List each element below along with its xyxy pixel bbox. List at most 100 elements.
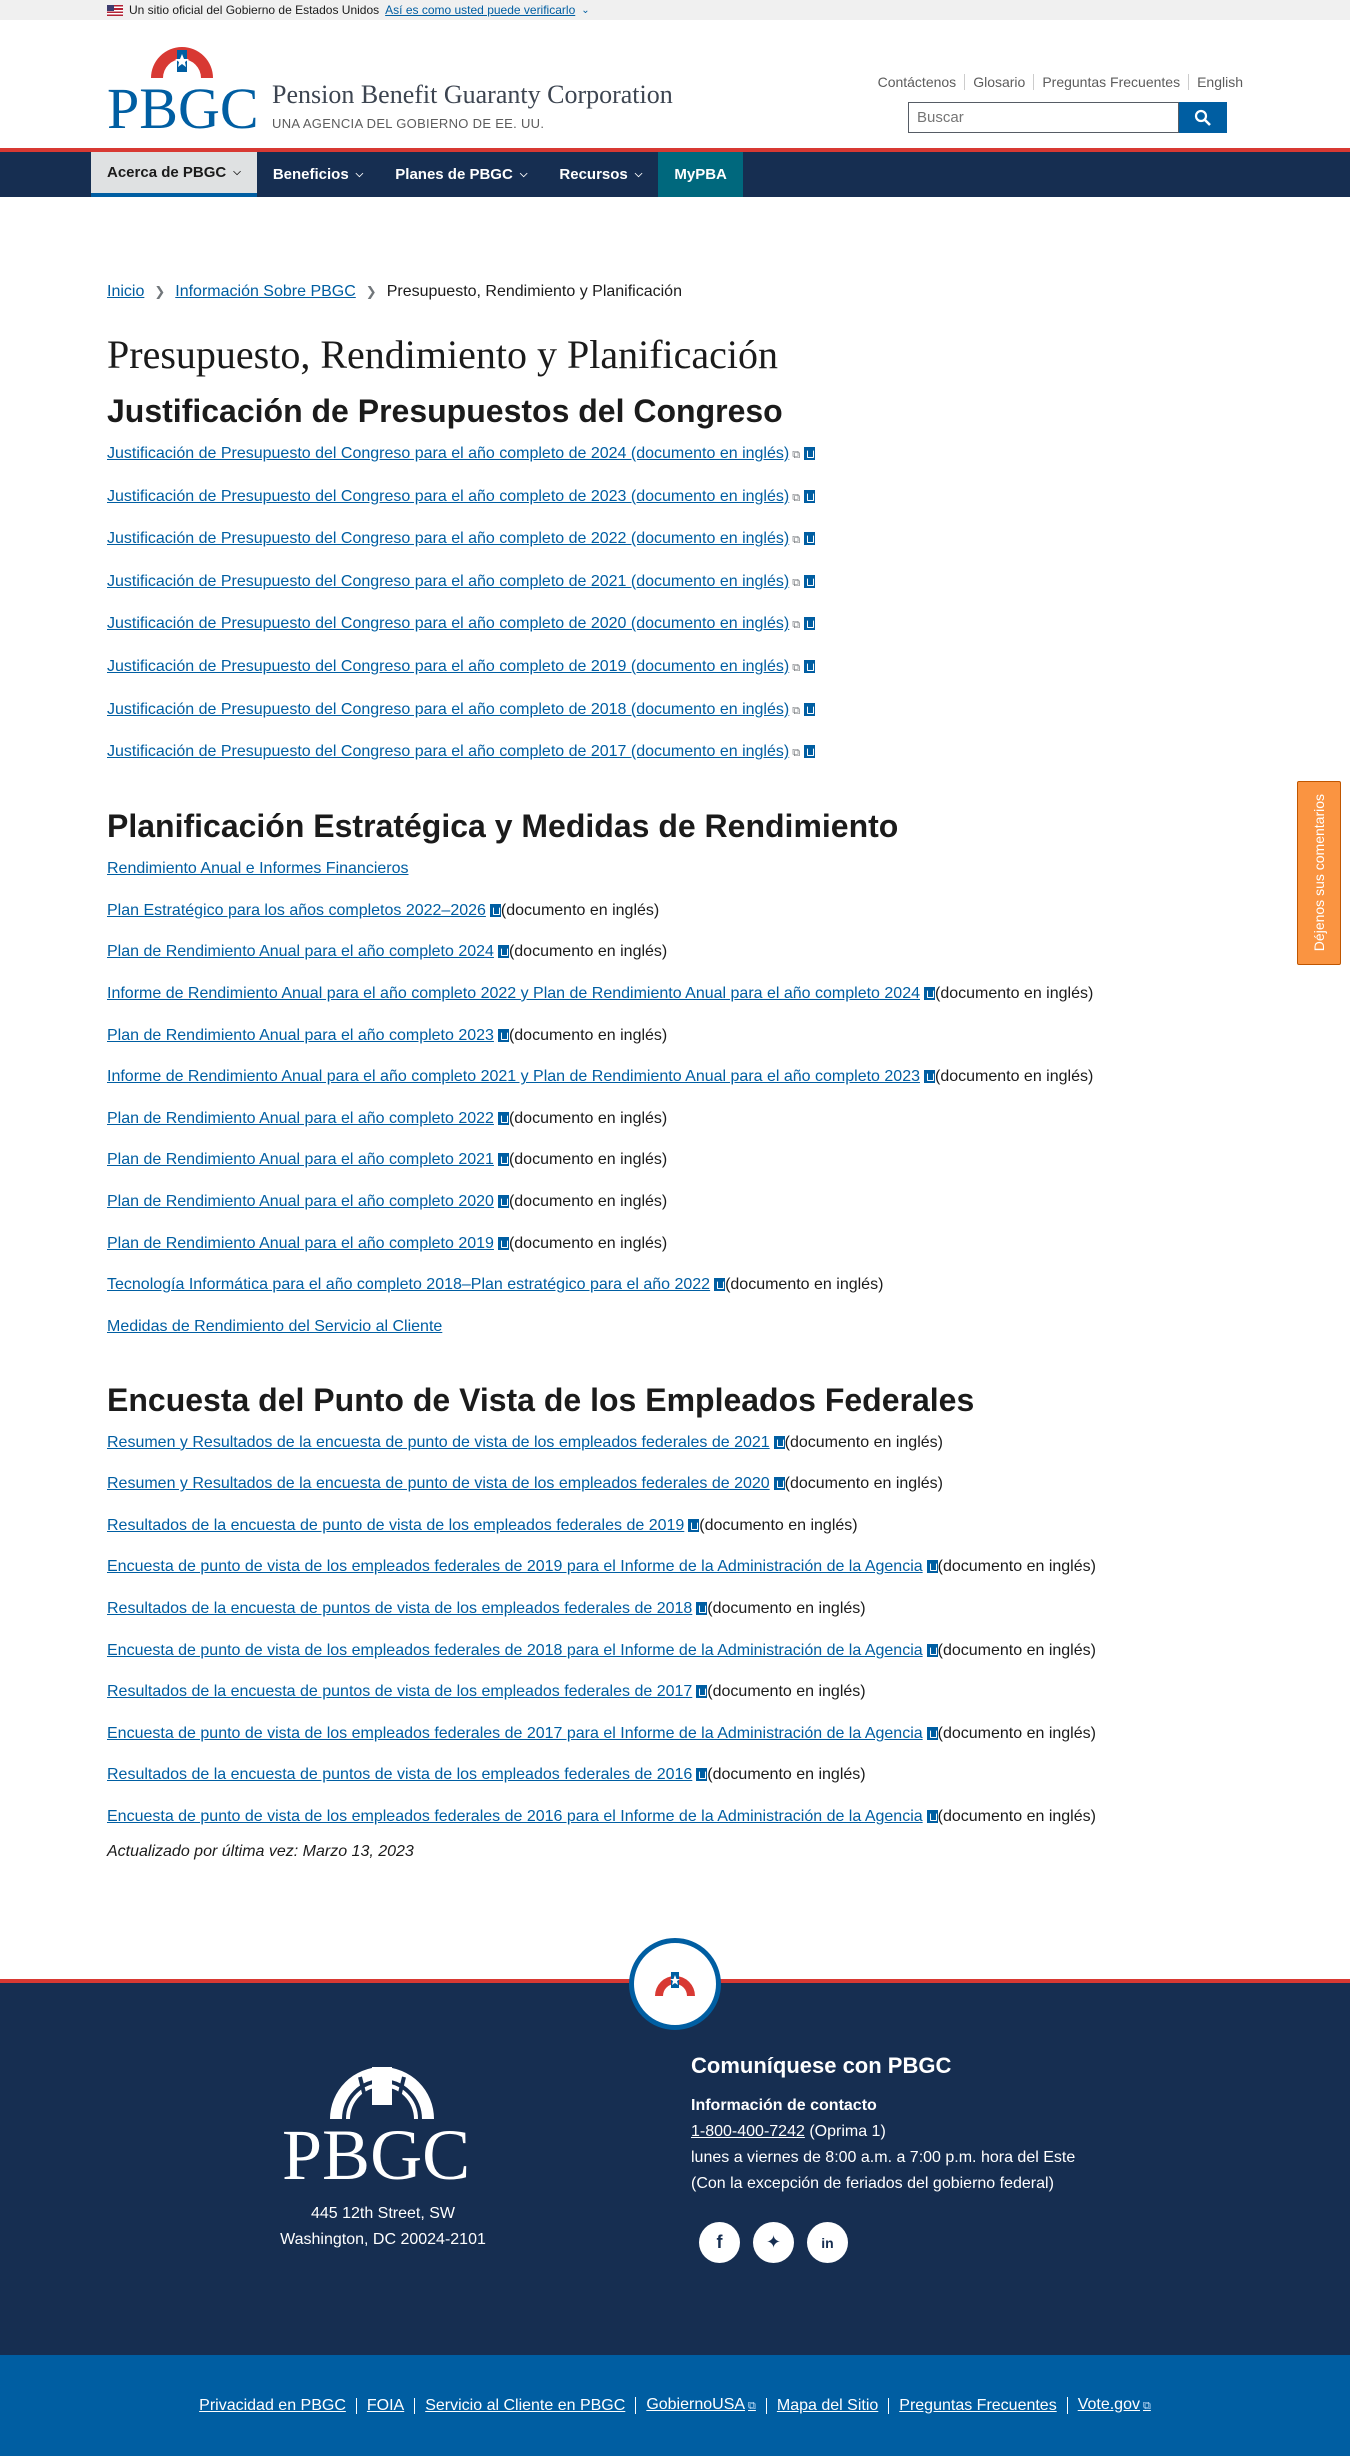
phone-link[interactable]: 1-800-400-7242: [691, 2123, 805, 2140]
search-button[interactable]: [1179, 102, 1227, 133]
document-link[interactable]: Resultados de la encuesta de punto de vi…: [107, 1517, 684, 1534]
breadcrumb-home[interactable]: Inicio: [107, 283, 144, 301]
search-input[interactable]: [908, 102, 1179, 133]
document-language-note: (documento en inglés): [508, 1026, 668, 1044]
list-item: Plan de Rendimiento Anual para el año co…: [107, 1231, 1243, 1257]
nav-item-label: Acerca de PBGC: [107, 164, 227, 181]
list-item: Justificación de Presupuesto del Congres…: [107, 441, 1243, 468]
chevron-down-icon[interactable]: ⌄: [581, 5, 589, 16]
feedback-label: Déjenos sus comentarios: [1311, 794, 1327, 952]
document-link[interactable]: Justificación de Presupuesto del Congres…: [107, 488, 789, 505]
footer-link-privacy[interactable]: Privacidad en PBGC: [189, 2397, 356, 2414]
contact-phone-line: 1-800-400-7242 (Oprima 1): [691, 2119, 1075, 2145]
list-item: Plan de Rendimiento Anual para el año co…: [107, 1147, 1243, 1173]
pdf-icon: [688, 1518, 700, 1532]
list-item: Justificación de Presupuesto del Congres…: [107, 569, 1243, 596]
breadcrumb-about[interactable]: Información Sobre PBGC: [175, 283, 356, 301]
external-link-icon: ⧉: [792, 661, 801, 674]
pdf-icon: [773, 1435, 785, 1449]
footer-link-vote[interactable]: Vote.gov ⧉: [1066, 2397, 1161, 2414]
document-link[interactable]: Plan de Rendimiento Anual para el año co…: [107, 1235, 494, 1252]
document-link[interactable]: Informe de Rendimiento Anual para el año…: [107, 985, 920, 1002]
util-link-contact[interactable]: Contáctenos: [870, 74, 965, 90]
document-link[interactable]: Medidas de Rendimiento del Servicio al C…: [107, 1318, 442, 1335]
pdf-icon: [497, 1028, 509, 1042]
document-link[interactable]: Plan de Rendimiento Anual para el año co…: [107, 943, 494, 960]
list-item: Encuesta de punto de vista de los emplea…: [107, 1638, 1243, 1664]
footer-top: PBGC 445 12th Street, SW Washington, DC …: [0, 1979, 1350, 2355]
document-link[interactable]: Plan de Rendimiento Anual para el año co…: [107, 1151, 494, 1168]
document-link[interactable]: Resultados de la encuesta de puntos de v…: [107, 1600, 692, 1617]
document-language-note: (documento en inglés): [937, 1641, 1096, 1659]
footer-link-usagov[interactable]: GobiernoUSA ⧉: [635, 2397, 766, 2414]
footer-link-faq[interactable]: Preguntas Frecuentes: [888, 2397, 1066, 2414]
page-title: Presupuesto, Rendimiento y Planificación: [107, 332, 778, 377]
pdf-icon: [497, 1153, 509, 1167]
document-link[interactable]: Rendimiento Anual e Informes Financieros: [107, 860, 409, 877]
pdf-icon: [804, 574, 816, 588]
nav-item-resources[interactable]: Recursos ⌵: [543, 152, 658, 197]
document-link[interactable]: Resumen y Resultados de la encuesta de p…: [107, 1475, 770, 1492]
org-subtitle: UNA AGENCIA DEL GOBIERNO DE EE. UU.: [272, 116, 545, 131]
document-link[interactable]: Justificación de Presupuesto del Congres…: [107, 743, 789, 760]
document-language-note: (documento en inglés): [937, 1558, 1096, 1576]
gov-banner: Un sitio oficial del Gobierno de Estados…: [0, 0, 1350, 20]
util-link-english[interactable]: English: [1188, 74, 1243, 90]
document-link[interactable]: Justificación de Presupuesto del Congres…: [107, 615, 789, 632]
document-link[interactable]: Resultados de la encuesta de puntos de v…: [107, 1766, 692, 1783]
document-link[interactable]: Plan de Rendimiento Anual para el año co…: [107, 1110, 494, 1127]
document-link[interactable]: Resultados de la encuesta de puntos de v…: [107, 1683, 692, 1700]
list-item: Resultados de la encuesta de puntos de v…: [107, 1596, 1243, 1622]
document-language-note: (documento en inglés): [784, 1475, 943, 1493]
pdf-icon: [923, 986, 935, 1000]
contact-holidays: (Con la excepción de feriados del gobier…: [691, 2175, 1054, 2192]
nav-item-benefits[interactable]: Beneficios ⌵: [257, 152, 379, 197]
document-link[interactable]: Plan de Rendimiento Anual para el año co…: [107, 1193, 494, 1210]
social-links: f ✦ in: [699, 2222, 1075, 2263]
list-item: Plan de Rendimiento Anual para el año co…: [107, 1189, 1243, 1215]
twitter-icon[interactable]: ✦: [753, 2222, 794, 2263]
list-item: Tecnología Informática para el año compl…: [107, 1272, 1243, 1298]
document-link[interactable]: Justificación de Presupuesto del Congres…: [107, 658, 789, 675]
document-link[interactable]: Justificación de Presupuesto del Congres…: [107, 701, 789, 718]
document-link[interactable]: Justificación de Presupuesto del Congres…: [107, 530, 789, 547]
document-link[interactable]: Encuesta de punto de vista de los emplea…: [107, 1558, 923, 1575]
document-link[interactable]: Encuesta de punto de vista de los emplea…: [107, 1725, 923, 1742]
footer-link-sitemap[interactable]: Mapa del Sitio: [765, 2397, 888, 2414]
document-link[interactable]: Encuesta de punto de vista de los emplea…: [107, 1808, 923, 1825]
nav-item-mypba[interactable]: MyPBA: [658, 152, 743, 197]
chevron-down-icon: ⌵: [519, 169, 528, 180]
document-link[interactable]: Plan de Rendimiento Anual para el año co…: [107, 1027, 494, 1044]
pdf-icon: [696, 1768, 708, 1782]
nav-item-plans[interactable]: Planes de PBGC ⌵: [379, 152, 543, 197]
search-form: [908, 102, 1227, 133]
document-link[interactable]: Justificación de Presupuesto del Congres…: [107, 573, 789, 590]
list-item: Justificación de Presupuesto del Congres…: [107, 611, 1243, 638]
document-link[interactable]: Plan Estratégico para los años completos…: [107, 902, 486, 919]
list-item: Justificación de Presupuesto del Congres…: [107, 739, 1243, 766]
pbgc-logo[interactable]: PBGC: [107, 40, 257, 132]
verify-link[interactable]: Así es como usted puede verificarlo: [385, 3, 575, 17]
pdf-icon: [497, 945, 509, 959]
footer-address: 445 12th Street, SW Washington, DC 20024…: [278, 2201, 488, 2253]
footer-link-customer-service[interactable]: Servicio al Cliente en PBGC: [414, 2397, 635, 2414]
breadcrumb-current: Presupuesto, Rendimiento y Planificación: [386, 283, 682, 300]
document-language-note: (documento en inglés): [508, 1234, 668, 1252]
footer-link-foia[interactable]: FOIA: [355, 2397, 414, 2414]
nav-item-about[interactable]: Acerca de PBGC ⌵: [91, 152, 257, 197]
linkedin-icon[interactable]: in: [807, 2222, 848, 2263]
document-link[interactable]: Justificación de Presupuesto del Congres…: [107, 445, 789, 462]
util-link-faq[interactable]: Preguntas Frecuentes: [1033, 74, 1188, 90]
pdf-icon: [497, 1236, 509, 1250]
pdf-icon: [804, 532, 816, 546]
document-link[interactable]: Informe de Rendimiento Anual para el año…: [107, 1068, 920, 1085]
nav-item-label: Planes de PBGC: [395, 166, 513, 183]
document-link[interactable]: Tecnología Informática para el año compl…: [107, 1276, 710, 1293]
feedback-tab[interactable]: Déjenos sus comentarios: [1297, 781, 1341, 965]
facebook-icon[interactable]: f: [699, 2222, 740, 2263]
pdf-icon: [696, 1602, 708, 1616]
document-link[interactable]: Resumen y Resultados de la encuesta de p…: [107, 1434, 770, 1451]
list-item: Plan Estratégico para los años completos…: [107, 898, 1243, 924]
document-link[interactable]: Encuesta de punto de vista de los emplea…: [107, 1642, 923, 1659]
util-link-glossary[interactable]: Glosario: [964, 74, 1033, 90]
